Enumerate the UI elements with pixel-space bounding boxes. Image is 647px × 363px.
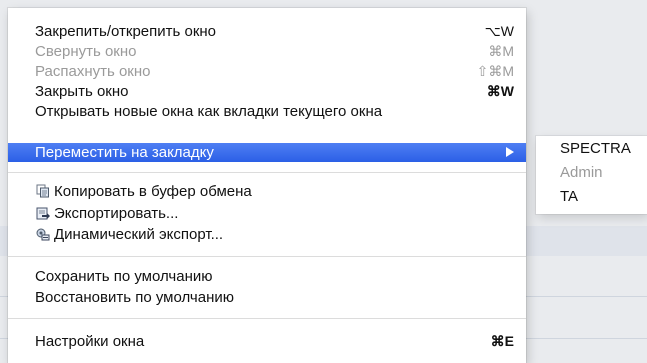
menu-item-zoom-window[interactable]: Распахнуть окно ⇧⌘M — [8, 62, 526, 81]
menu-item-save-as-default[interactable]: Сохранить по умолчанию — [8, 267, 526, 286]
context-menu: Закрепить/открепить окно ⌥W Свернуть окн… — [8, 8, 526, 363]
shortcut-label: ⇧⌘M — [476, 63, 514, 79]
menu-item-label: Копировать в буфер обмена — [54, 183, 252, 200]
menu-separator — [8, 172, 526, 173]
shortcut-label: ⌥W — [484, 23, 514, 39]
submenu-arrow-icon — [506, 147, 514, 157]
menu-separator — [8, 256, 526, 257]
menu-item-label: Сохранить по умолчанию — [35, 268, 213, 285]
submenu-item-ta[interactable]: TA — [536, 187, 647, 207]
menu-item-copy-to-clipboard[interactable]: Копировать в буфер обмена — [8, 182, 526, 201]
submenu-item-admin[interactable]: Admin — [536, 163, 647, 183]
menu-item-label: Динамический экспорт... — [54, 226, 224, 243]
menu-item-label: Экспортировать... — [54, 205, 179, 222]
move-to-tab-submenu: SPECTRA Admin TA — [536, 136, 647, 214]
submenu-item-spectra[interactable]: SPECTRA — [536, 139, 647, 159]
menu-item-close-window[interactable]: Закрыть окно ⌘W — [8, 82, 526, 101]
menu-item-label: Свернуть окно — [35, 43, 137, 60]
menu-item-label: Переместить на закладку — [35, 144, 214, 161]
menu-item-label: Распахнуть окно — [35, 63, 151, 80]
submenu-item-label: Admin — [560, 164, 603, 181]
export-icon — [36, 206, 50, 220]
submenu-item-label: TA — [560, 188, 579, 205]
menu-item-label: Открывать новые окна как вкладки текущег… — [35, 103, 383, 120]
menu-separator — [8, 318, 526, 319]
menu-item-label: Восстановить по умолчанию — [35, 289, 234, 306]
clipboard-copy-icon — [36, 184, 50, 198]
menu-item-move-to-tab[interactable]: Переместить на закладку — [8, 143, 526, 162]
menu-item-label: Настройки окна — [35, 333, 145, 350]
submenu-item-label: SPECTRA — [560, 140, 631, 157]
menu-item-open-new-windows-as-tabs[interactable]: Открывать новые окна как вкладки текущег… — [8, 102, 526, 121]
menu-item-window-settings[interactable]: Настройки окна ⌘E — [8, 332, 526, 351]
menu-item-export[interactable]: Экспортировать... — [8, 204, 526, 223]
menu-item-label: Закрепить/открепить окно — [35, 23, 217, 40]
dynamic-export-icon — [36, 227, 50, 241]
menu-item-dynamic-export[interactable]: Динамический экспорт... — [8, 225, 526, 244]
shortcut-label: ⌘M — [488, 43, 514, 59]
menu-item-minimize-window[interactable]: Свернуть окно ⌘M — [8, 42, 526, 61]
menu-item-pin-unpin-window[interactable]: Закрепить/открепить окно ⌥W — [8, 22, 526, 41]
menu-item-label: Закрыть окно — [35, 83, 129, 100]
shortcut-label: ⌘E — [490, 333, 514, 349]
menu-item-restore-default[interactable]: Восстановить по умолчанию — [8, 288, 526, 307]
shortcut-label: ⌘W — [486, 83, 514, 99]
